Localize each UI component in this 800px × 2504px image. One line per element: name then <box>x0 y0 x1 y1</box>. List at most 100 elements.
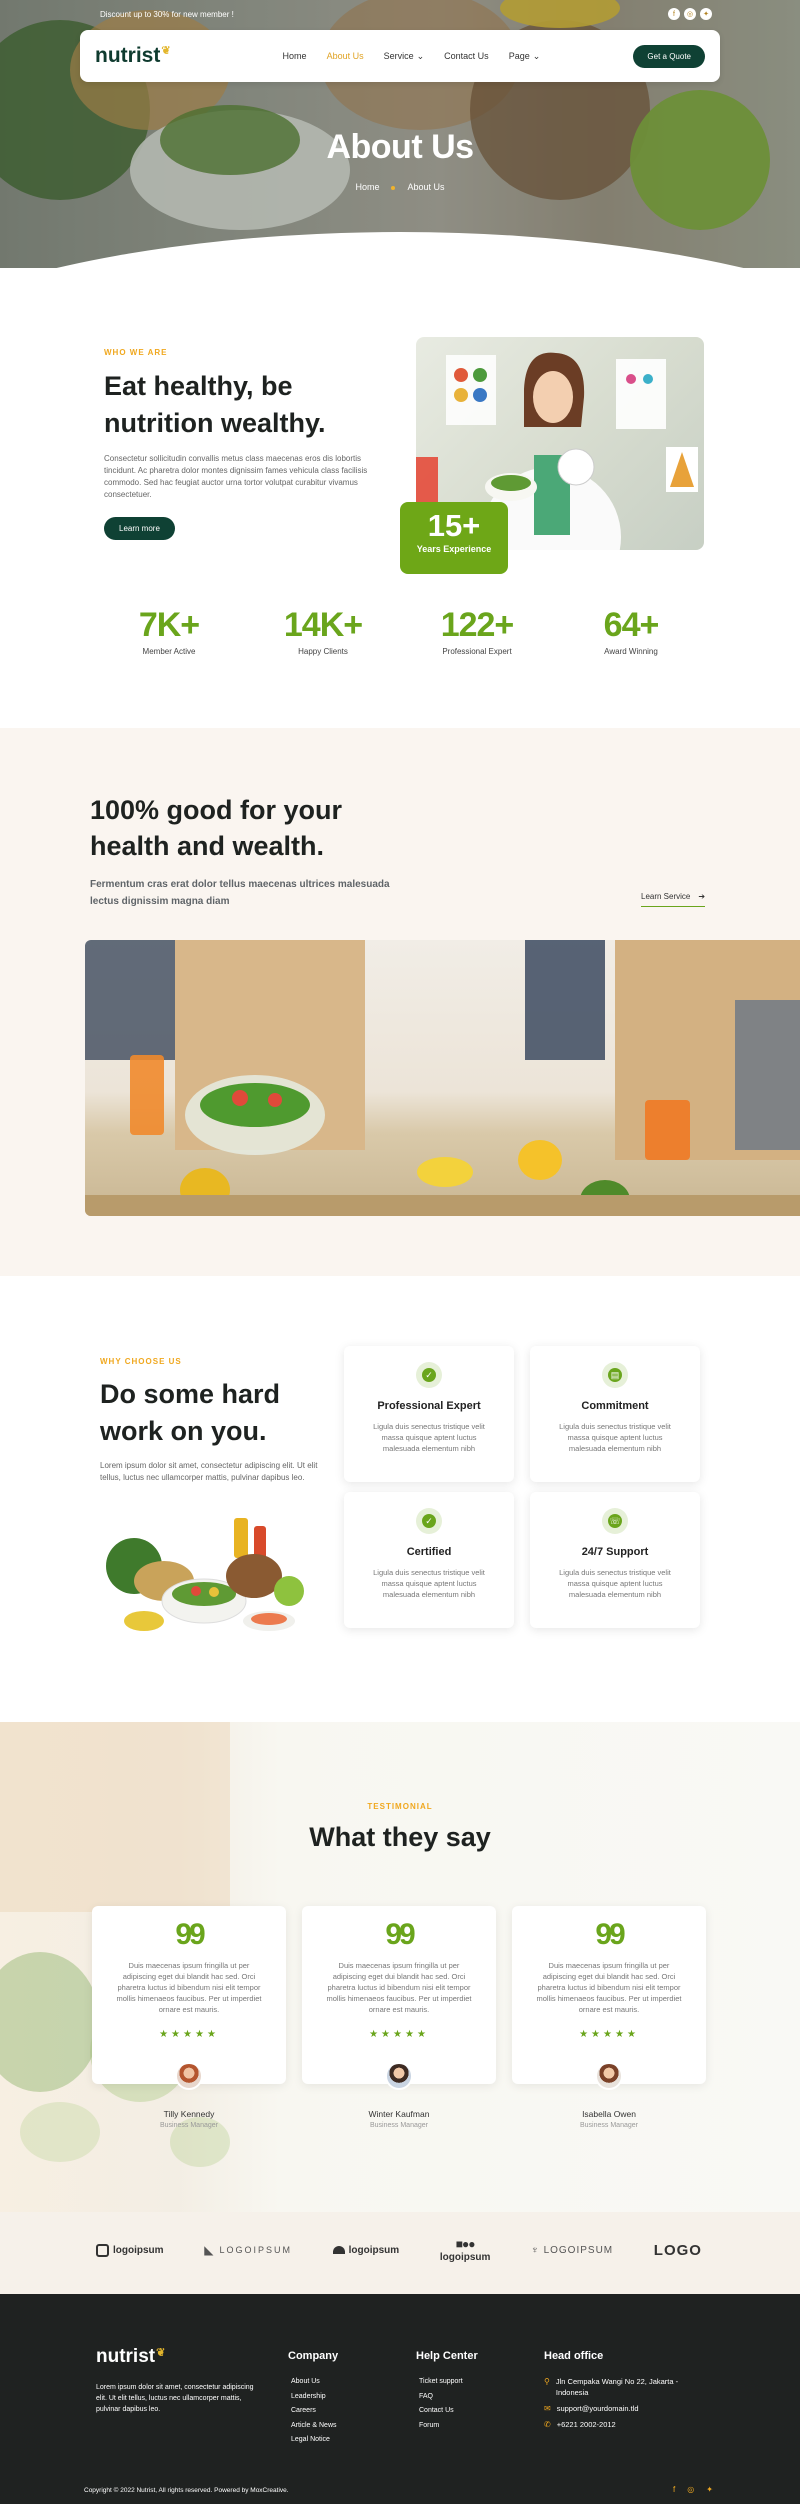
stat-value: 64+ <box>603 606 660 644</box>
why-card-commitment: ▤ Commitment Ligula duis senectus tristi… <box>530 1346 700 1482</box>
footer-link[interactable]: Careers <box>291 2407 337 2422</box>
page-title: About Us <box>326 128 474 166</box>
why-card-support: ☏ 24/7 Support Ligula duis senectus tris… <box>530 1492 700 1628</box>
stat-value: 122+ <box>440 606 515 644</box>
rating-stars: ★★★★★ <box>159 2029 219 2040</box>
footer-office-title: Head office <box>544 2350 604 2362</box>
why-heading: Do some hard work on you. <box>100 1379 281 1446</box>
learn-more-button[interactable]: Learn more <box>104 517 175 540</box>
stat-value: 14K+ <box>283 606 363 644</box>
cooking-illustration <box>85 940 800 1216</box>
nav-item-page[interactable]: Page ⌄ <box>509 51 541 62</box>
testimonial-text: Duis maecenas ipsum fringilla ut per adi… <box>536 1961 682 2014</box>
experience-number: 15+ <box>427 508 481 543</box>
footer-company-title: Company <box>288 2350 339 2362</box>
partner-logo: logoipsum <box>96 2243 164 2257</box>
testimonial-card: 99 Duis maecenas ipsum fringilla ut per … <box>512 1906 706 2084</box>
testimonial-name: Winter Kaufman <box>368 2109 430 2119</box>
phone-icon: ✆ <box>544 2420 551 2429</box>
testimonial-text: Duis maecenas ipsum fringilla ut per adi… <box>116 1961 262 2014</box>
partner-logo: ♆ LOGOIPSUM <box>531 2244 614 2256</box>
testimonial-role: Business Manager <box>160 2122 218 2129</box>
chevron-down-icon: ⌄ <box>416 50 425 61</box>
nav-item-contact-us[interactable]: Contact Us <box>444 51 489 62</box>
why-eyebrow: WHY CHOOSE US <box>100 1357 182 1366</box>
breadcrumb-separator <box>391 185 396 190</box>
quote-icon: 99 <box>385 1918 415 1951</box>
twitter-icon[interactable]: ✦ <box>706 2485 713 2494</box>
testimonial-eyebrow: TESTIMONIAL <box>367 1802 433 1811</box>
instagram-icon[interactable]: ◎ <box>687 2485 694 2494</box>
testimonial-heading: What they say <box>309 1822 491 1852</box>
testimonial-text: Duis maecenas ipsum fringilla ut per adi… <box>326 1961 472 2014</box>
facebook-icon[interactable]: f <box>673 2485 675 2494</box>
testimonial-card: 99 Duis maecenas ipsum fringilla ut per … <box>92 1906 286 2084</box>
testimonial-card: 99 Duis maecenas ipsum fringilla ut per … <box>302 1906 496 2084</box>
stat-item: 14K+ Happy Clients <box>258 606 388 656</box>
get-quote-button[interactable]: Get a Quote <box>633 44 705 68</box>
breadcrumb-home[interactable]: Home <box>355 182 379 192</box>
footer-link[interactable]: Contact Us <box>419 2407 463 2422</box>
avatar <box>595 2062 623 2090</box>
location-pin-icon: ⚲ <box>544 2377 550 2386</box>
nav-item-home[interactable]: Home <box>283 51 307 62</box>
brand-logo[interactable]: nutrist ❦ <box>95 44 171 68</box>
partner-logo: ■●● logoipsum <box>439 2237 491 2263</box>
why-card-professional-expert: ✓ Professional Expert Ligula duis senect… <box>344 1346 514 1482</box>
quote-icon: 99 <box>595 1918 625 1951</box>
footer-company-links: About Us Leadership Careers Article & Ne… <box>291 2378 337 2451</box>
chart-icon: ▤ <box>602 1362 628 1388</box>
footer-help-title: Help Center <box>416 2350 478 2362</box>
stat-label: Member Active <box>142 647 196 656</box>
twitter-icon[interactable]: ✦ <box>700 8 712 20</box>
card-text: Ligula duis senectus tristique velit mas… <box>373 1422 485 1453</box>
testimonial-name: Isabella Owen <box>582 2109 636 2119</box>
breadcrumb: Home About Us <box>0 182 800 192</box>
stat-label: Professional Expert <box>442 647 512 656</box>
page: Discount up to 30% for new member ! f ◎ … <box>0 0 800 2504</box>
card-text: Ligula duis senectus tristique velit mas… <box>559 1422 671 1453</box>
footer-description: Lorem ipsum dolor sit amet, consectetur … <box>96 2384 254 2413</box>
navbar: nutrist ❦ Home About Us Service ⌄ Contact … <box>80 30 720 82</box>
footer-link[interactable]: Forum <box>419 2422 463 2437</box>
breadcrumb-current: About Us <box>407 182 445 192</box>
footer-link[interactable]: About Us <box>291 2378 337 2393</box>
why-card-certified: ✓ Certified Ligula duis senectus tristiq… <box>344 1492 514 1628</box>
mail-icon: ✉ <box>544 2404 551 2413</box>
footer-link[interactable]: Leadership <box>291 2393 337 2408</box>
healthy-food-image <box>104 1506 316 1642</box>
office-email[interactable]: support@yourdomain.tld <box>557 2403 639 2414</box>
footer-link[interactable]: Ticket support <box>419 2378 463 2393</box>
stat-item: 64+ Award Winning <box>566 606 696 656</box>
card-title: 24/7 Support <box>581 1546 649 1558</box>
instagram-icon[interactable]: ◎ <box>684 8 696 20</box>
experience-label: Years Experience <box>416 544 492 554</box>
learn-service-link[interactable]: Learn Service ➔ <box>641 892 706 907</box>
quote-icon: 99 <box>175 1918 205 1951</box>
about-eyebrow: WHO WE ARE <box>104 348 168 357</box>
card-text: Ligula duis senectus tristique velit mas… <box>373 1568 485 1599</box>
partner-logo: logoipsum <box>332 2245 399 2256</box>
healthy-food-illustration <box>106 1518 304 1631</box>
why-paragraph: Lorem ipsum dolor sit amet, consectetur … <box>100 1461 318 1482</box>
facebook-icon[interactable]: f <box>668 8 680 20</box>
nav-item-service[interactable]: Service ⌄ <box>384 51 425 62</box>
testimonial-role: Business Manager <box>580 2122 638 2129</box>
about-paragraph: Consectetur sollicitudin convallis metus… <box>104 454 368 499</box>
footer-logo[interactable]: nutrist ❦ <box>96 2346 165 2368</box>
leaf-icon: ❦ <box>161 45 171 57</box>
stat-label: Happy Clients <box>298 647 348 656</box>
cooking-photo <box>85 940 800 1216</box>
office-phone[interactable]: +6221 2002-2012 <box>557 2419 616 2430</box>
footer-link[interactable]: Legal Notice <box>291 2436 337 2451</box>
testimonial-name: Tilly Kennedy <box>163 2109 215 2119</box>
nav-item-about-us[interactable]: About Us <box>327 51 364 62</box>
support-icon: ☏ <box>602 1508 628 1534</box>
chevron-down-icon: ⌄ <box>532 50 541 61</box>
footer-link[interactable]: Article & News <box>291 2422 337 2437</box>
footer-link[interactable]: FAQ <box>419 2393 463 2408</box>
rating-stars: ★★★★★ <box>369 2029 429 2040</box>
topbar-socials: f ◎ ✦ <box>668 8 712 20</box>
topbar: Discount up to 30% for new member ! f ◎ … <box>100 6 712 22</box>
stat-item: 7K+ Member Active <box>104 606 234 656</box>
